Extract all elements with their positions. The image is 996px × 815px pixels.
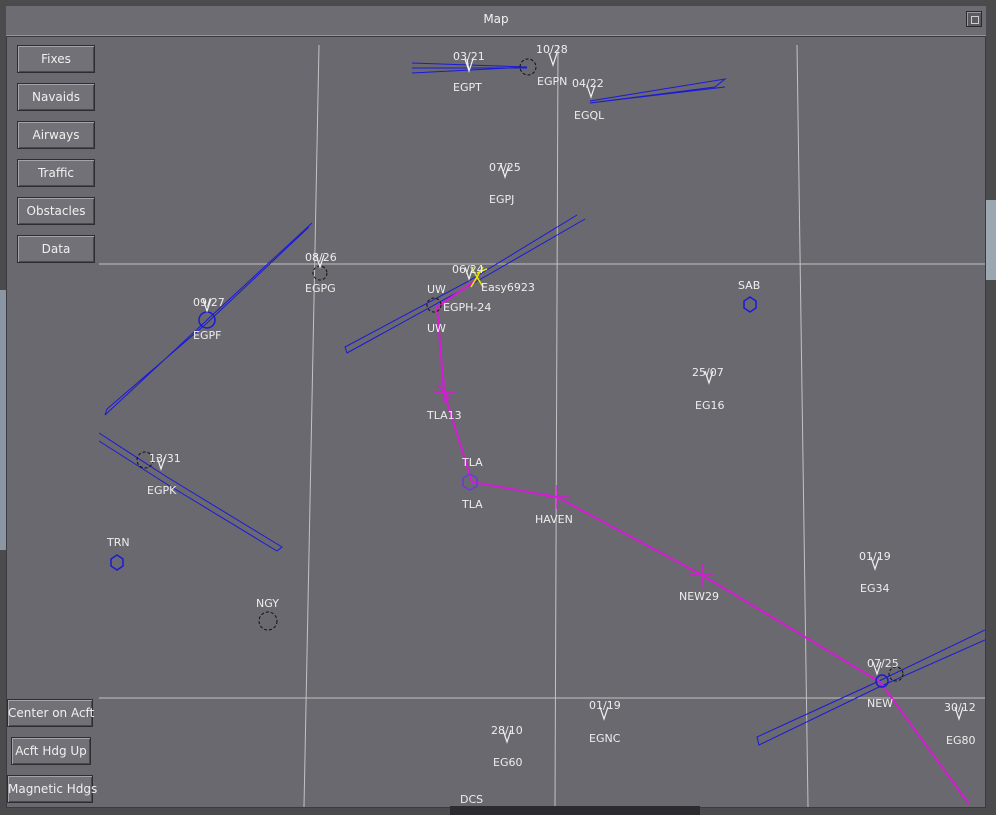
navaid-label: TLA — [461, 498, 483, 511]
traffic-button[interactable]: Traffic — [17, 159, 95, 187]
airways-button[interactable]: Airways — [17, 121, 95, 149]
navaid-sab-icon — [743, 296, 757, 313]
runway-label: 07/25 — [489, 161, 521, 174]
runway-label: 01/19 — [859, 550, 891, 563]
navaid-trn-icon — [110, 554, 124, 571]
navaid-label: NGY — [256, 597, 279, 610]
map-window: Map 03/21 10/28 04/22 07/25 08/26 09/27 … — [0, 0, 996, 815]
navaid-label: TRN — [106, 536, 130, 549]
map-grid — [99, 44, 985, 807]
window-title: Map — [483, 12, 509, 26]
runway-label: 10/28 — [536, 43, 568, 56]
waypoint-label: TLA13 — [426, 409, 462, 422]
map-panel: 03/21 10/28 04/22 07/25 08/26 09/27 06/2… — [6, 36, 986, 808]
airport-label: NEW — [867, 697, 893, 710]
navaid-label: UW — [427, 283, 446, 296]
runway-label: 25/07 — [692, 366, 724, 379]
airport-label: EGPH-24 — [443, 301, 491, 314]
runway-label: 09/27 — [193, 296, 225, 309]
navaid-label: DCS — [460, 793, 483, 806]
runway-label: 28/10 — [491, 724, 523, 737]
airport-label: EG16 — [695, 399, 724, 412]
airport-glyphs — [156, 52, 964, 744]
airport-label: EGNC — [589, 732, 621, 745]
airport-label: EGPF — [193, 329, 221, 342]
airport-label: EGPN — [537, 75, 567, 88]
navaid-label: SAB — [738, 279, 760, 292]
magnetic-hdgs-button[interactable]: Magnetic Hdgs — [7, 775, 97, 803]
airport-label: EGPJ — [489, 193, 514, 206]
airport-label: EG34 — [860, 582, 889, 595]
runway-label: 01/19 — [589, 699, 621, 712]
ndb-symbols — [136, 58, 904, 682]
runway-label: 08/26 — [305, 251, 337, 264]
navaid-label: UW — [427, 322, 446, 335]
fixes-button[interactable]: Fixes — [17, 45, 95, 73]
airport-label: EG80 — [946, 734, 975, 747]
airport-label: EGQL — [574, 109, 605, 122]
data-button[interactable]: Data — [17, 235, 95, 263]
airport-label: EGPT — [453, 81, 482, 94]
navaids-button[interactable]: Navaids — [17, 83, 95, 111]
map-canvas[interactable]: 03/21 10/28 04/22 07/25 08/26 09/27 06/2… — [7, 37, 985, 807]
runway-label: 04/22 — [572, 77, 604, 90]
airport-label: EGPK — [147, 484, 177, 497]
airport-label: EGPG — [305, 282, 336, 295]
acft-hdg-up-button[interactable]: Acft Hdg Up — [11, 737, 91, 765]
runway-label: 07/25 — [867, 657, 899, 670]
runway-label: 30/12 — [944, 701, 976, 714]
runway-label: 13/31 — [149, 452, 181, 465]
airport-label: EG60 — [493, 756, 522, 769]
runway-label: 03/21 — [453, 50, 485, 63]
waypoint-label: NEW29 — [679, 590, 719, 603]
background-instrument-strip — [450, 806, 700, 815]
traffic-callsign-label: Easy6923 — [481, 281, 535, 294]
runway-label: 06/24 — [452, 263, 484, 276]
navaid-label: TLA — [461, 456, 483, 469]
runway-extensions — [98, 62, 985, 746]
obstacles-button[interactable]: Obstacles — [17, 197, 95, 225]
center-on-acft-button[interactable]: Center on Acft — [7, 699, 94, 727]
waypoint-label: HAVEN — [535, 513, 573, 526]
window-close-icon[interactable] — [966, 11, 982, 27]
window-titlebar[interactable]: Map — [6, 6, 986, 36]
